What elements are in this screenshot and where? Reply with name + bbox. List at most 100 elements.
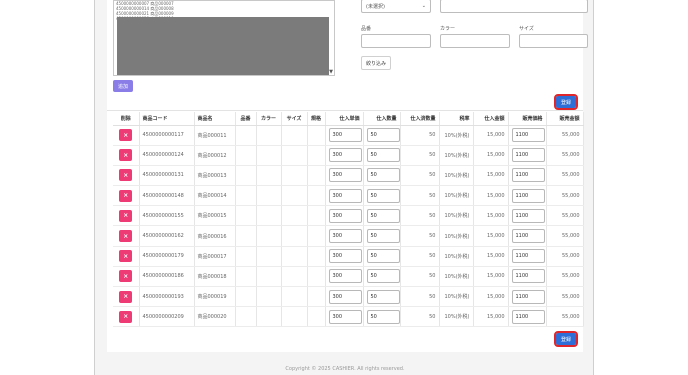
size-cell [281,205,308,227]
delete-button[interactable]: × [119,189,133,202]
quantity-input[interactable]: 50 [366,249,399,264]
unit-cost-input[interactable]: 300 [328,309,362,324]
hinban-cell [235,286,257,308]
unit-cost-cell: 300 [325,205,364,227]
product-code: 4500000000179 [139,246,195,267]
unit-cost-input[interactable]: 300 [328,249,362,264]
price-cell: 1100 [508,266,547,288]
product-name: 商品000014 [194,185,236,207]
chevron-down-icon: ⌄ [421,3,426,9]
spec-cell [307,266,326,288]
header-received: 仕入済数量 [400,112,440,126]
quantity-input[interactable]: 50 [366,229,399,244]
sale-price-input[interactable]: 1100 [511,229,545,244]
purchase-amount: 15,000 [473,286,509,308]
copyright-footer: Copyright © 2025 CASHIER. All rights res… [285,366,405,372]
color-input[interactable] [440,34,510,48]
product-name: 商品000011 [194,125,236,146]
quantity-cell: 50 [363,286,401,308]
selected-items-block[interactable] [117,17,329,75]
quantity-input[interactable]: 50 [366,269,399,284]
hinban-input[interactable] [361,34,431,48]
quantity-cell: 50 [363,306,401,328]
sale-price-input[interactable]: 1100 [511,168,545,183]
sale-price-input[interactable]: 1100 [511,188,545,203]
unit-cost-input[interactable]: 300 [328,289,362,304]
purchase-amount: 15,000 [473,165,509,187]
tax-rate: 10%(外税) [439,145,474,166]
scroll-down-icon[interactable]: ▼ [329,69,333,75]
quantity-input[interactable]: 50 [366,208,399,223]
delete-button[interactable]: × [119,169,133,182]
quantity-cell: 50 [363,205,401,227]
quantity-cell: 50 [363,266,401,288]
hinban-cell [235,125,257,146]
tax-rate: 10%(外税) [439,246,474,267]
received-quantity: 50 [400,286,440,308]
register-button-bottom[interactable]: 登録 [554,331,578,347]
category-select[interactable]: (未選択) ⌄ [361,0,431,13]
unit-cost-input[interactable]: 300 [328,208,362,223]
table-row: × 4500000000193 商品000019 300 50 50 10%(外税) 15,0… [113,286,584,308]
unit-cost-input[interactable]: 300 [328,269,362,284]
purchase-amount: 15,000 [473,225,509,247]
quantity-input[interactable]: 50 [366,128,399,143]
product-name: 商品000016 [194,225,236,247]
delete-cell: × [113,306,140,328]
unit-cost-input[interactable]: 300 [328,148,362,163]
register-button-top[interactable]: 登録 [554,94,578,110]
sale-price-input[interactable]: 1100 [511,269,545,284]
received-quantity: 50 [400,205,440,227]
delete-button[interactable]: × [119,270,133,283]
quantity-input[interactable]: 50 [366,289,399,304]
unit-cost-input[interactable]: 300 [328,128,362,143]
unit-cost-cell: 300 [325,246,364,267]
sale-price-input[interactable]: 1100 [511,289,545,304]
received-quantity: 50 [400,125,440,146]
sale-price-input[interactable]: 1100 [511,148,545,163]
quantity-input[interactable]: 50 [366,148,399,163]
sale-price-input[interactable]: 1100 [511,309,545,324]
purchase-amount: 15,000 [473,145,509,166]
add-button[interactable]: 追加 [113,80,133,92]
sales-amount: 55,000 [546,165,584,187]
unit-cost-input[interactable]: 300 [328,229,362,244]
table-row: × 4500000000124 商品000012 300 50 50 10%(外税) 15,0… [113,145,584,166]
quantity-input[interactable]: 50 [366,168,399,183]
delete-button[interactable]: × [119,149,133,162]
delete-button[interactable]: × [119,209,133,222]
sale-price-input[interactable]: 1100 [511,249,545,264]
quantity-input[interactable]: 50 [366,188,399,203]
size-cell [281,165,308,187]
header-delete: 削除 [113,112,140,126]
unit-cost-input[interactable]: 300 [328,188,362,203]
purchase-amount: 15,000 [473,205,509,227]
filter-button[interactable]: 絞り込み [361,56,391,70]
product-candidate-list[interactable]: 4500000000007 商品000007 4500000000014 商品0… [113,0,335,76]
product-name: 商品000018 [194,266,236,288]
header-tax: 税率 [439,112,474,126]
sale-price-input[interactable]: 1100 [511,208,545,223]
delete-button[interactable]: × [119,230,133,243]
keyword-input[interactable] [440,0,588,13]
delete-button[interactable]: × [119,250,133,263]
unit-cost-input[interactable]: 300 [328,168,362,183]
spec-cell [307,185,326,207]
size-cell [281,225,308,247]
product-code: 4500000000124 [139,145,195,166]
color-cell [256,205,282,227]
color-cell [256,185,282,207]
sale-price-input[interactable]: 1100 [511,128,545,143]
delete-button[interactable]: × [119,310,133,323]
quantity-input[interactable]: 50 [366,309,399,324]
sales-amount: 55,000 [546,266,584,288]
size-input[interactable] [519,34,588,48]
hinban-cell [235,205,257,227]
hinban-cell [235,266,257,288]
delete-button[interactable]: × [119,290,133,303]
hinban-label: 品番 [361,26,372,32]
spec-cell [307,165,326,187]
table-row: × 4500000000186 商品000018 300 50 50 10%(外税) 15,0… [113,266,584,288]
unit-cost-cell: 300 [325,125,364,146]
delete-button[interactable]: × [119,129,133,142]
